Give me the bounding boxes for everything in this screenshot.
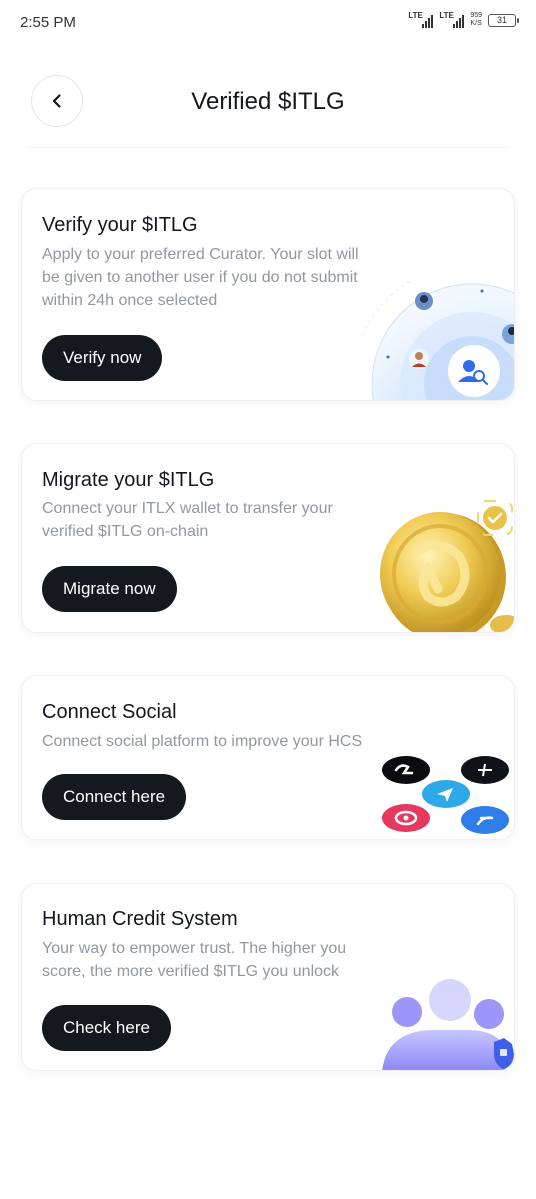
description-line: within 24h once selected xyxy=(42,292,218,309)
verify-card: Verify your $ITLG Apply to your preferre… xyxy=(21,188,515,401)
check-here-button[interactable]: Check here xyxy=(42,1005,171,1051)
card-title: Human Credit System xyxy=(42,908,238,930)
status-icons: LTE LTE 959 K/S 31 xyxy=(408,11,519,28)
migrate-card: Migrate your $ITLG Connect your ITLX wal… xyxy=(21,443,515,633)
description-line: Connect your ITLX wallet to transfer you… xyxy=(42,500,333,517)
network-speed-unit: K/S xyxy=(470,20,482,27)
status-bar: 2:55 PM LTE LTE 959 K/S 31 xyxy=(0,0,536,46)
connect-here-button[interactable]: Connect here xyxy=(42,774,187,820)
card-description: Your way to empower trust. The higher yo… xyxy=(42,937,346,983)
description-line: be given to another user if you do not s… xyxy=(42,269,358,286)
header-divider xyxy=(26,147,510,148)
card-description: Connect your ITLX wallet to transfer you… xyxy=(42,497,333,543)
page-header: Verified $ITLG xyxy=(0,70,536,134)
page-title: Verified $ITLG xyxy=(191,88,345,115)
people-shield-illustration xyxy=(382,979,514,1070)
description-line: Your way to empower trust. The higher yo… xyxy=(42,940,347,957)
card-description: Connect social platform to improve your … xyxy=(42,730,362,753)
card-title: Verify your $ITLG xyxy=(42,214,198,236)
human-credit-system-card: Human Credit System Your way to empower … xyxy=(21,883,515,1071)
network-speed-value: 959 xyxy=(470,12,482,19)
card-description: Apply to your preferred Curator. Your sl… xyxy=(42,243,359,312)
user-search-radar-illustration xyxy=(362,279,514,400)
signal-icon: LTE xyxy=(408,11,434,28)
gold-coin-illustration xyxy=(380,500,514,632)
description-line: score, the more verified $ITLG you unloc… xyxy=(42,963,340,980)
network-speed: 959 K/S xyxy=(470,12,482,28)
description-line: Connect social platform to improve your … xyxy=(42,733,363,750)
signal-label: LTE xyxy=(439,11,454,20)
connect-social-card: Connect Social Connect social platform t… xyxy=(21,675,515,840)
migrate-now-button[interactable]: Migrate now xyxy=(42,566,177,612)
verify-now-button[interactable]: Verify now xyxy=(42,335,163,381)
signal-icon: LTE xyxy=(439,11,465,28)
battery-icon: 31 xyxy=(488,13,519,27)
description-line: verified $ITLG on-chain xyxy=(42,523,209,540)
card-title: Connect Social xyxy=(42,701,177,723)
social-platform-badges-illustration xyxy=(382,756,509,834)
signal-label: LTE xyxy=(408,11,423,20)
status-time: 2:55 PM xyxy=(20,14,76,31)
battery-level: 31 xyxy=(496,15,507,25)
card-title: Migrate your $ITLG xyxy=(42,469,215,491)
description-line: Apply to your preferred Curator. Your sl… xyxy=(42,246,359,263)
